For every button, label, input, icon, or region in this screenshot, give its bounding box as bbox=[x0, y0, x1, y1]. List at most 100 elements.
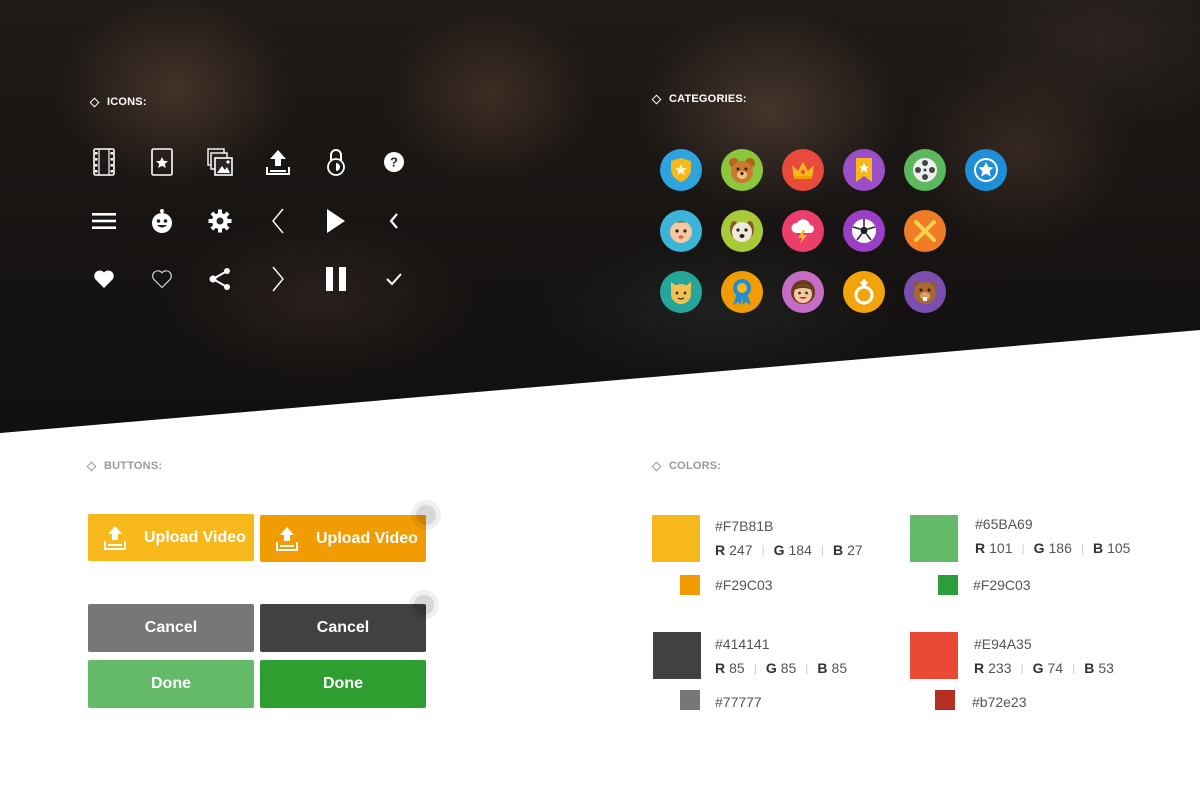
press-indicator bbox=[411, 500, 441, 530]
color-rgb-red: R 233 | G 74 | B 53 bbox=[974, 660, 1114, 676]
g-value: 74 bbox=[1047, 660, 1064, 676]
g-label: G bbox=[1033, 540, 1045, 556]
press-indicator bbox=[409, 590, 439, 620]
category-ribbon-medal-icon[interactable] bbox=[721, 271, 763, 313]
category-beaver-icon[interactable] bbox=[904, 271, 946, 313]
share-icon[interactable] bbox=[204, 263, 236, 295]
r-value: 233 bbox=[988, 660, 1012, 676]
category-girl-icon[interactable] bbox=[782, 271, 824, 313]
category-cat-icon[interactable] bbox=[660, 271, 702, 313]
hero-background bbox=[0, 0, 1200, 433]
g-value: 85 bbox=[780, 660, 797, 676]
done-button-pressed[interactable]: Done bbox=[260, 660, 426, 708]
upload-video-label: Upload Video bbox=[316, 529, 418, 547]
gallery-icon[interactable] bbox=[204, 146, 236, 178]
gear-icon[interactable] bbox=[204, 205, 236, 237]
color-hex-dark-alt: #77777 bbox=[715, 694, 762, 710]
diamond-icon bbox=[89, 97, 100, 107]
color-rgb-yellow: R 247 | G 184 | B 27 bbox=[715, 542, 863, 558]
color-hex-yellow: #F7B81B bbox=[715, 518, 774, 534]
check-icon[interactable] bbox=[378, 263, 410, 295]
b-value: 27 bbox=[847, 542, 863, 558]
color-hex-green-alt: #F29C03 bbox=[973, 577, 1031, 593]
g-label: G bbox=[765, 660, 777, 676]
cancel-label: Cancel bbox=[316, 619, 370, 636]
chevron-left-icon[interactable] bbox=[378, 205, 410, 237]
icons-section-label: ICONS: bbox=[89, 96, 147, 108]
pause-icon[interactable] bbox=[320, 263, 352, 295]
category-crown-icon[interactable] bbox=[782, 149, 824, 191]
r-label: R bbox=[974, 660, 985, 676]
r-label: R bbox=[715, 542, 726, 558]
color-hex-red: #E94A35 bbox=[974, 636, 1032, 652]
r-label: R bbox=[715, 660, 726, 676]
category-storm-cloud-icon[interactable] bbox=[782, 210, 824, 252]
color-swatch-green-alt bbox=[938, 575, 958, 595]
color-swatch-yellow-alt bbox=[680, 575, 700, 595]
color-hex-dark: #414141 bbox=[715, 636, 770, 652]
category-close-x-icon[interactable] bbox=[904, 210, 946, 252]
buttons-label-text: BUTTONS: bbox=[104, 460, 163, 472]
mascot-icon[interactable] bbox=[146, 205, 178, 237]
b-value: 85 bbox=[831, 660, 848, 676]
color-rgb-dark: R 85 | G 85 | B 85 bbox=[715, 660, 848, 676]
categories-section-label: CATEGORIES: bbox=[651, 93, 747, 105]
svg-text:?: ? bbox=[390, 155, 398, 170]
cancel-button[interactable]: Cancel bbox=[88, 604, 254, 652]
lock-icon[interactable] bbox=[320, 146, 352, 178]
category-baby-icon[interactable] bbox=[660, 210, 702, 252]
color-hex-green: #65BA69 bbox=[975, 516, 1033, 532]
category-soccer-ball-icon[interactable] bbox=[843, 210, 885, 252]
r-value: 247 bbox=[729, 542, 753, 558]
b-label: B bbox=[832, 542, 844, 558]
upload-video-button[interactable]: Upload Video bbox=[88, 514, 254, 561]
star-card-icon[interactable] bbox=[146, 146, 178, 178]
g-label: G bbox=[1032, 660, 1044, 676]
diamond-icon bbox=[651, 94, 662, 104]
color-swatch-green bbox=[910, 515, 958, 562]
b-label: B bbox=[1084, 660, 1095, 676]
play-icon[interactable] bbox=[320, 205, 352, 237]
category-bookmark-star-icon[interactable] bbox=[843, 149, 885, 191]
category-star-badge-icon[interactable] bbox=[965, 149, 1007, 191]
buttons-section-label: BUTTONS: bbox=[86, 460, 163, 472]
color-swatch-red bbox=[910, 632, 958, 679]
g-value: 184 bbox=[788, 542, 812, 558]
icons-label-text: ICONS: bbox=[107, 96, 147, 108]
r-value: 85 bbox=[729, 660, 745, 676]
diamond-icon bbox=[651, 461, 662, 471]
film-icon[interactable] bbox=[88, 146, 120, 178]
upload-icon bbox=[276, 526, 298, 551]
colors-section-label: COLORS: bbox=[651, 460, 722, 472]
upload-icon bbox=[104, 525, 126, 550]
cancel-label: Cancel bbox=[144, 619, 198, 636]
help-icon[interactable]: ? bbox=[378, 146, 410, 178]
color-hex-red-alt: #b72e23 bbox=[972, 694, 1027, 710]
heart-outline-icon[interactable] bbox=[146, 263, 178, 295]
color-hex-yellow-alt: #F29C03 bbox=[715, 577, 773, 593]
category-ring-icon[interactable] bbox=[843, 271, 885, 313]
category-shield-star-icon[interactable] bbox=[660, 149, 702, 191]
color-rgb-green: R 101 | G 186 | B 105 bbox=[975, 540, 1131, 556]
color-swatch-red-alt bbox=[935, 690, 955, 710]
cancel-button-pressed[interactable]: Cancel bbox=[260, 604, 426, 652]
g-label: G bbox=[773, 542, 785, 558]
b-label: B bbox=[1092, 540, 1104, 556]
b-label: B bbox=[817, 660, 828, 676]
g-value: 186 bbox=[1048, 540, 1072, 556]
upload-icon[interactable] bbox=[262, 146, 294, 178]
diamond-icon bbox=[86, 461, 97, 471]
menu-icon[interactable] bbox=[88, 205, 120, 237]
upload-video-button-pressed[interactable]: Upload Video bbox=[260, 515, 426, 562]
chevron-left-thin-icon[interactable] bbox=[262, 205, 294, 237]
done-button[interactable]: Done bbox=[88, 660, 254, 708]
color-swatch-dark bbox=[653, 632, 701, 679]
colors-label-text: COLORS: bbox=[669, 460, 722, 472]
heart-filled-icon[interactable] bbox=[88, 263, 120, 295]
category-bear-icon[interactable] bbox=[721, 149, 763, 191]
category-film-reel-icon[interactable] bbox=[904, 149, 946, 191]
color-swatch-dark-alt bbox=[680, 690, 700, 710]
category-dog-icon[interactable] bbox=[721, 210, 763, 252]
chevron-right-thin-icon[interactable] bbox=[262, 263, 294, 295]
categories-label-text: CATEGORIES: bbox=[669, 93, 747, 105]
